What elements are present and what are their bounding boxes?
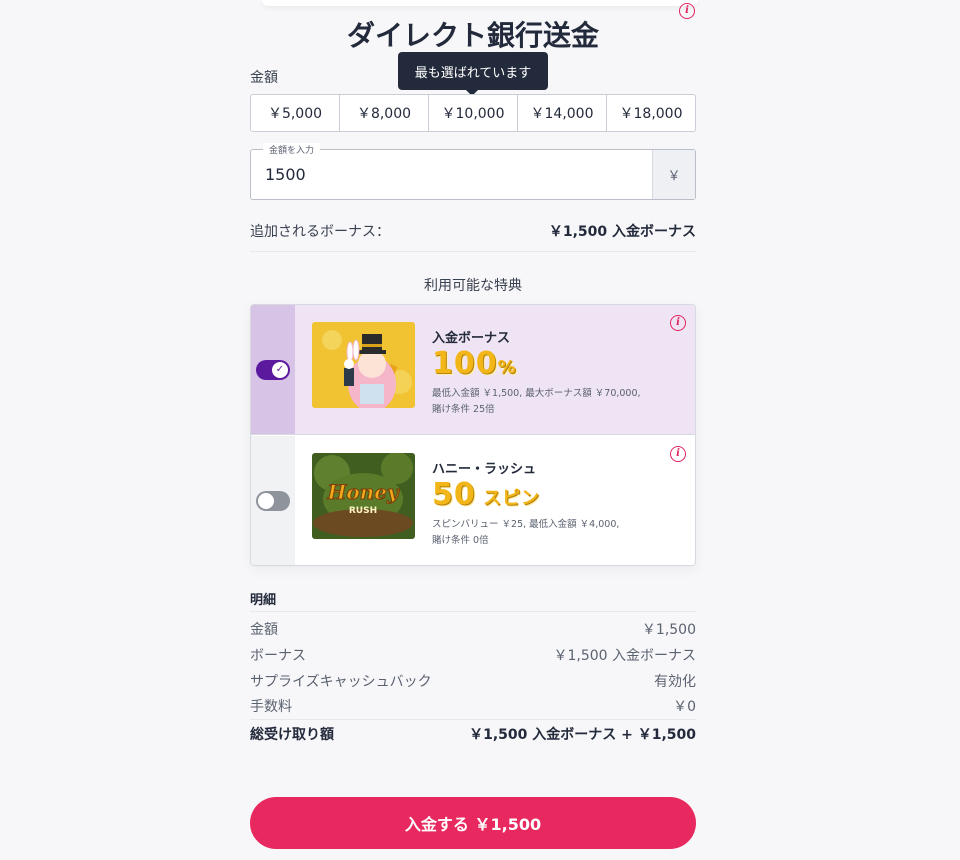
- breakdown-row: 金額 ￥1,500: [250, 619, 696, 639]
- offer-headline: 100%: [432, 346, 672, 386]
- offer-toggle[interactable]: ✓: [256, 359, 290, 380]
- offer-details: 入金ボーナス 100% 最低入金額 ￥1,500, 最大ボーナス額 ￥70,00…: [432, 327, 672, 434]
- offer-terms: スピンバリュー ￥25, 最低入金額 ￥4,000,: [432, 519, 620, 530]
- page-title: ダイレクト銀行送金: [346, 19, 599, 52]
- divider: [250, 251, 696, 252]
- offer-name: ハニー・ラッシュ: [432, 462, 537, 477]
- breakdown-value: ￥0: [673, 699, 696, 715]
- deposit-button[interactable]: 入金する ￥1,500: [250, 797, 696, 849]
- thumbnail-logo-subtext: RUSH: [349, 506, 377, 516]
- info-icon: i: [670, 315, 686, 331]
- top-card-edge: [262, 0, 698, 6]
- thumbnail-logo-text: Honey: [326, 480, 400, 504]
- amount-input[interactable]: [251, 150, 652, 199]
- toggle-knob: [258, 493, 274, 509]
- divider: [250, 611, 696, 612]
- preset-amount-button[interactable]: ￥5,000: [251, 95, 340, 131]
- breakdown-title: 明細: [250, 593, 277, 608]
- offer-headline: 50 スピン: [432, 477, 672, 517]
- offer-headline-suffix: %: [497, 357, 517, 378]
- total-row: 総受け取り額 ￥1,500 入金ボーナス + ￥1,500: [250, 724, 696, 744]
- breakdown-label: 手数料: [250, 699, 292, 715]
- offer-toggle-column: [251, 436, 295, 565]
- divider: [250, 719, 696, 720]
- offer-toggle[interactable]: [256, 491, 290, 511]
- breakdown-value: ￥1,500: [641, 622, 696, 638]
- added-bonus-label: 追加されるボーナス：: [250, 224, 390, 240]
- amount-field: 金額を入力 ￥: [250, 143, 696, 200]
- offer-headline-value: 50: [432, 477, 476, 512]
- breakdown-value: ￥1,500 入金ボーナス: [553, 648, 696, 664]
- added-bonus-value: ￥1,500 入金ボーナス: [548, 224, 696, 240]
- offer-headline-suffix: スピン: [475, 488, 541, 509]
- offer-honey-rush[interactable]: Honey RUSH ハニー・ラッシュ 50 スピン スピンバリュー ￥25, …: [251, 436, 695, 565]
- honey-rush-thumbnail: Honey RUSH: [312, 453, 415, 539]
- added-bonus-row: 追加されるボーナス： ￥1,500 入金ボーナス: [250, 221, 696, 241]
- preset-amount-button[interactable]: ￥8,000: [340, 95, 429, 131]
- breakdown-label: ボーナス: [250, 648, 306, 664]
- amount-label: 金額: [250, 70, 278, 86]
- preset-amount-button[interactable]: ￥14,000: [518, 95, 607, 131]
- offers-list: ✓ 入金ボーナス 100% 最低入金額 ￥1,500, 最大ボーナス額 ￥70,…: [250, 304, 696, 566]
- amount-field-legend: 金額を入力: [263, 143, 321, 156]
- info-icon: i: [670, 446, 686, 462]
- most-popular-tooltip: 最も選ばれています: [398, 52, 548, 90]
- breakdown-label: 金額: [250, 622, 278, 638]
- breakdown-label: サプライズキャッシュバック: [250, 674, 432, 690]
- offer-headline-value: 100: [432, 346, 498, 381]
- breakdown-row: 手数料 ￥0: [250, 696, 696, 716]
- preset-amount-button[interactable]: ￥10,000: [429, 95, 518, 131]
- deposit-bonus-thumbnail: [312, 322, 415, 408]
- breakdown-row: ボーナス ￥1,500 入金ボーナス: [250, 645, 696, 665]
- total-label: 総受け取り額: [250, 727, 334, 743]
- preset-amount-button[interactable]: ￥18,000: [607, 95, 695, 131]
- breakdown-value: 有効化: [654, 674, 696, 690]
- breakdown-row: サプライズキャッシュバック 有効化: [250, 671, 696, 691]
- offer-deposit-bonus[interactable]: ✓ 入金ボーナス 100% 最低入金額 ￥1,500, 最大ボーナス額 ￥70,…: [251, 305, 695, 435]
- check-icon: ✓: [272, 361, 288, 378]
- amount-presets: ￥5,000 ￥8,000 ￥10,000 ￥14,000 ￥18,000: [250, 94, 696, 132]
- offer-details: ハニー・ラッシュ 50 スピン スピンバリュー ￥25, 最低入金額 ￥4,00…: [432, 458, 672, 565]
- offers-title: 利用可能な特典: [424, 278, 522, 294]
- offer-terms: 最低入金額 ￥1,500, 最大ボーナス額 ￥70,000,: [432, 388, 641, 399]
- offer-wagering: 賭け条件 25倍: [432, 404, 495, 415]
- offer-info-button[interactable]: i: [670, 446, 686, 462]
- total-value: ￥1,500 入金ボーナス + ￥1,500: [469, 727, 696, 743]
- offer-wagering: 賭け条件 0倍: [432, 535, 489, 546]
- offer-toggle-column: ✓: [251, 305, 295, 434]
- offer-info-button[interactable]: i: [670, 315, 686, 331]
- offer-name: 入金ボーナス: [432, 331, 511, 346]
- currency-suffix: ￥: [652, 150, 695, 199]
